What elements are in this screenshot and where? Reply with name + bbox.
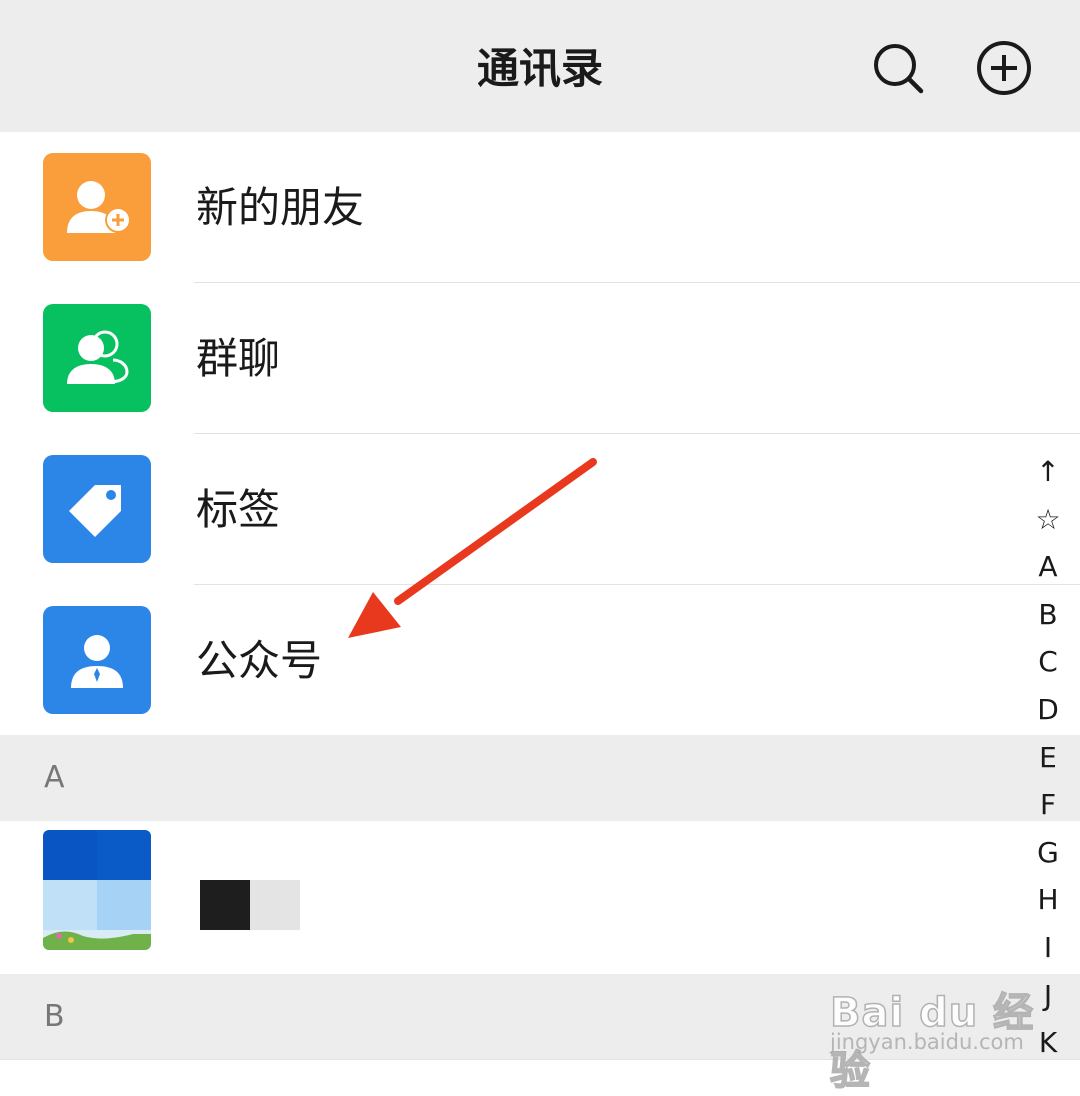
search-button[interactable]: [866, 36, 930, 100]
top-bar: 通讯录: [0, 0, 1080, 132]
avatar: [43, 830, 151, 950]
index-g[interactable]: G: [1025, 829, 1071, 877]
group-icon: [43, 304, 151, 412]
search-icon: [874, 44, 924, 94]
person-add-icon: [43, 153, 151, 261]
tag-icon: [43, 455, 151, 563]
contact-name-redacted: [200, 880, 300, 930]
new-friends-label: 新的朋友: [196, 183, 365, 232]
index-d[interactable]: D: [1025, 686, 1071, 734]
index-b[interactable]: B: [1025, 591, 1071, 639]
new-friends-entry[interactable]: 新的朋友: [0, 132, 1080, 283]
section-header-a: A: [0, 735, 1080, 821]
tags-entry[interactable]: 标签: [0, 434, 1080, 585]
section-letter: B: [44, 999, 65, 1034]
index-star[interactable]: ☆: [1025, 496, 1071, 544]
index-e[interactable]: E: [1025, 734, 1071, 782]
index-h[interactable]: H: [1025, 876, 1071, 924]
official-account-icon: [43, 606, 151, 714]
section-letter: A: [44, 760, 65, 795]
official-accounts-label: 公众号: [196, 636, 323, 685]
contact-row[interactable]: [0, 822, 1080, 972]
add-button[interactable]: [972, 36, 1036, 100]
index-top[interactable]: ↑: [1025, 448, 1071, 496]
group-chats-entry[interactable]: 群聊: [0, 283, 1080, 434]
watermark-url: jingyan.baidu.com: [830, 1030, 1024, 1054]
tags-label: 标签: [196, 485, 281, 534]
index-c[interactable]: C: [1025, 638, 1071, 686]
index-f[interactable]: F: [1025, 781, 1071, 829]
index-a[interactable]: A: [1025, 543, 1071, 591]
group-chats-label: 群聊: [196, 334, 281, 383]
official-accounts-entry[interactable]: 公众号: [0, 585, 1080, 736]
baidu-watermark: Bai du 经验 jingyan.baidu.com: [822, 962, 1042, 1095]
plus-circle-icon: [977, 41, 1031, 95]
